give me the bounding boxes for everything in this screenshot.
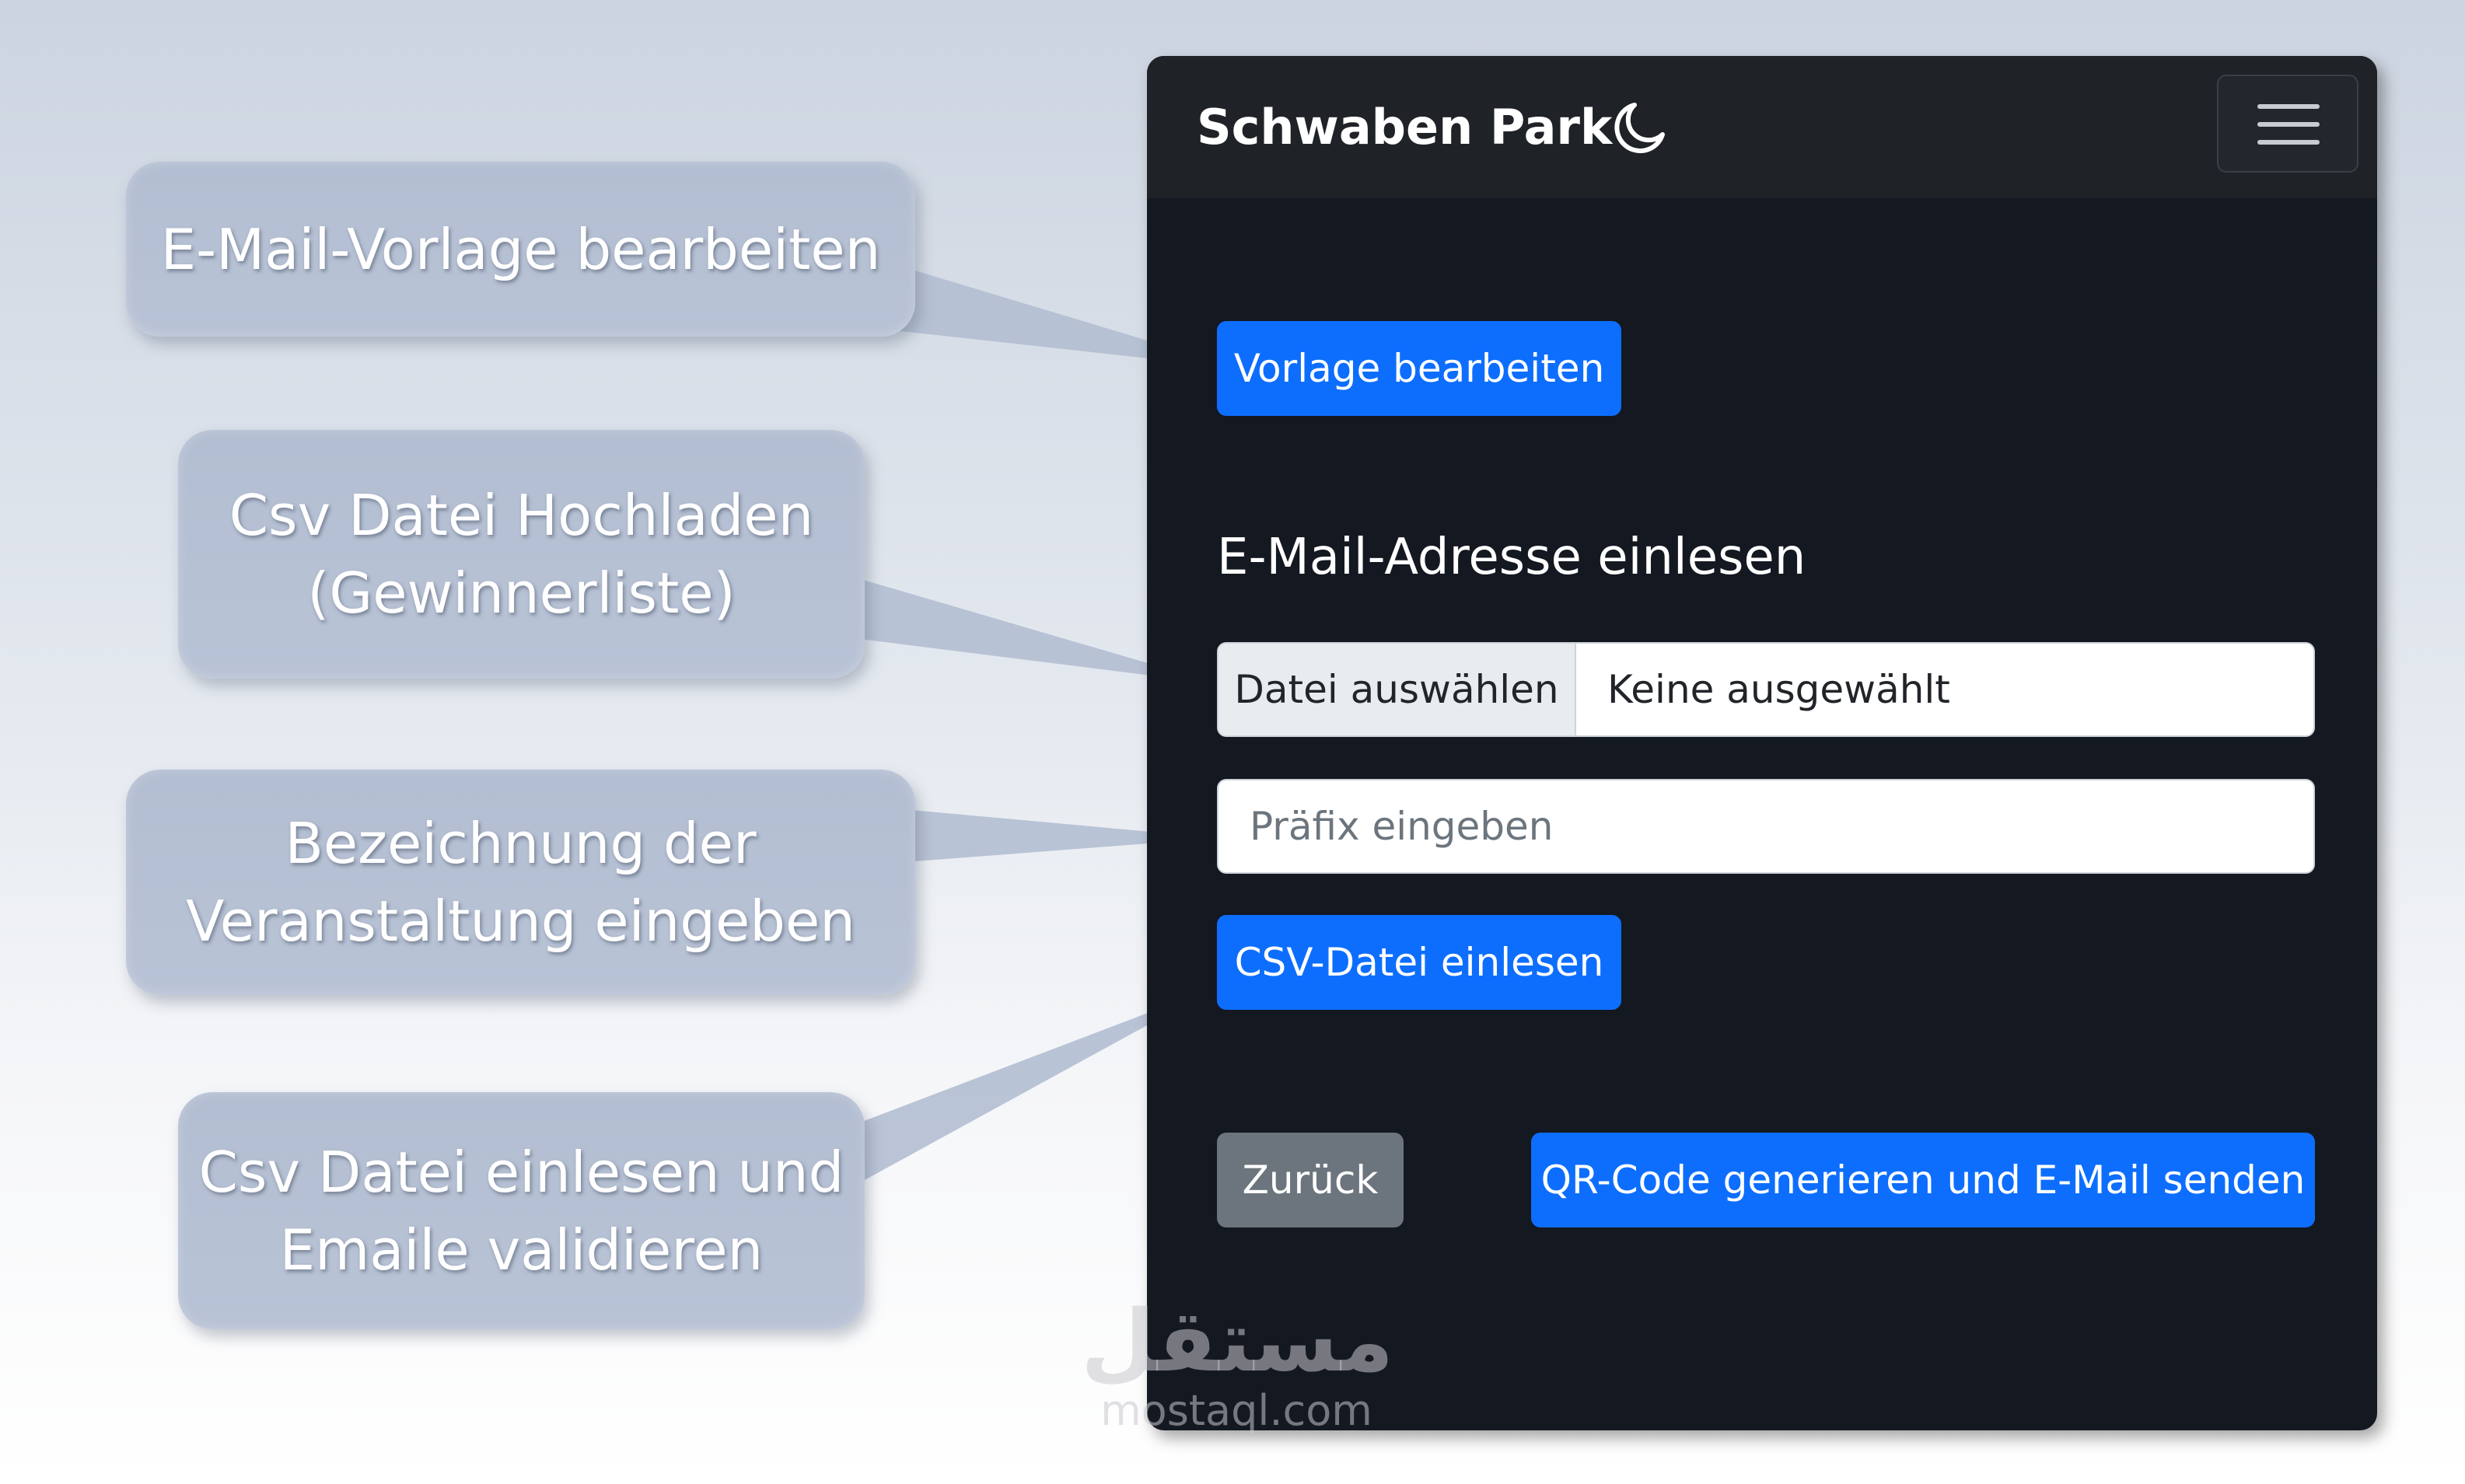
- menu-toggle-button[interactable]: [2217, 75, 2358, 173]
- edit-template-button[interactable]: Vorlage bearbeiten: [1217, 321, 1621, 416]
- generate-send-button[interactable]: QR-Code generieren und E-Mail senden: [1531, 1133, 2315, 1227]
- callout-text: Bezeichnung der Veranstaltung eingeben: [186, 811, 855, 954]
- file-input[interactable]: Datei auswählen Keine ausgewählt: [1217, 642, 2315, 737]
- watermark: مستقل mostaql.com: [1081, 1291, 1394, 1435]
- app-window: Schwaben Park Vorlage bearbeiten E-Mail-…: [1147, 56, 2377, 1430]
- choose-file-button[interactable]: Datei auswählen: [1219, 644, 1576, 735]
- callout-text: Csv Datei Hochladen (Gewinnerliste): [229, 483, 814, 626]
- navbar: Schwaben Park: [1147, 56, 2377, 198]
- callout-edit-template: E-Mail-Vorlage bearbeiten: [126, 162, 915, 337]
- file-name-status: Keine ausgewählt: [1607, 667, 1950, 712]
- moon-icon[interactable]: [1611, 99, 1669, 156]
- back-button[interactable]: Zurück: [1217, 1133, 1404, 1227]
- watermark-arabic: مستقل: [1081, 1291, 1394, 1391]
- callout-read-csv: Csv Datei einlesen und Emaile validieren: [178, 1092, 865, 1329]
- callout-prefix: Bezeichnung der Veranstaltung eingeben: [126, 770, 915, 995]
- watermark-latin: mostaql.com: [1100, 1386, 1372, 1435]
- prefix-input[interactable]: [1217, 779, 2315, 874]
- navbar-brand[interactable]: Schwaben Park: [1197, 96, 1612, 159]
- read-csv-button[interactable]: CSV-Datei einlesen: [1217, 915, 1621, 1010]
- callout-file-upload: Csv Datei Hochladen (Gewinnerliste): [178, 430, 865, 679]
- callout-text: E-Mail-Vorlage bearbeiten: [160, 216, 881, 282]
- callout-text: Csv Datei einlesen und Emaile validieren: [198, 1139, 844, 1283]
- section-title: E-Mail-Adresse einlesen: [1217, 529, 1806, 586]
